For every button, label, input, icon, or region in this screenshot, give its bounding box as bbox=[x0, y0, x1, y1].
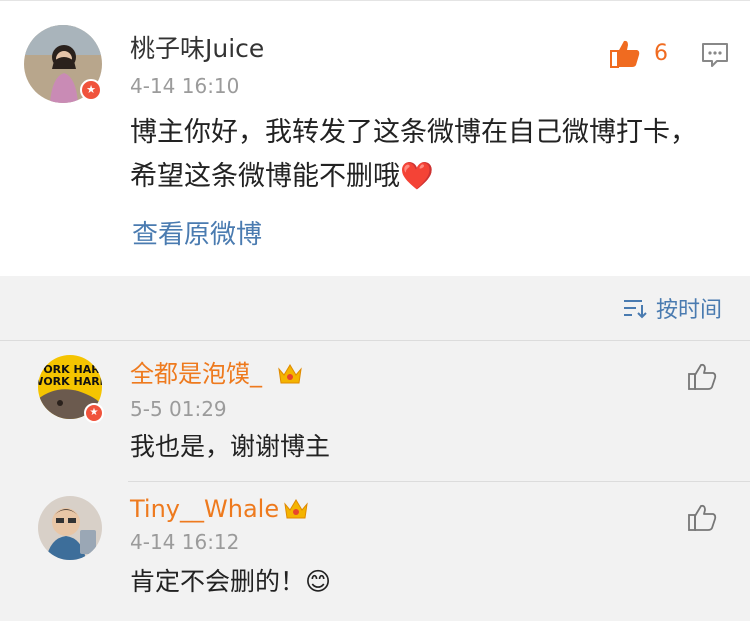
thumbs-up-icon[interactable] bbox=[686, 361, 718, 393]
reply-author-name[interactable]: 全都是泡馍_ bbox=[130, 359, 262, 389]
reply-avatar[interactable] bbox=[38, 496, 102, 560]
like-button[interactable]: 6 bbox=[608, 37, 680, 71]
sort-icon bbox=[623, 300, 647, 319]
reply-text: 我也是，谢谢博主 bbox=[130, 432, 331, 461]
reply-author-name[interactable]: Tiny__Whale bbox=[130, 494, 279, 524]
reply-item[interactable]: WORK HARD WORK HARD ★ 全都是泡馍_ 5-5 01:29 我… bbox=[0, 341, 750, 481]
sort-label: 按时间 bbox=[655, 298, 722, 323]
reply-time: 5-5 01:29 bbox=[130, 397, 227, 421]
comment-icon bbox=[702, 43, 728, 67]
like-count: 6 bbox=[654, 41, 668, 66]
sort-by-time-button[interactable]: 按时间 bbox=[622, 292, 722, 324]
verified-badge-icon: ★ bbox=[84, 403, 104, 423]
post-author-name[interactable]: 桃子味Juice bbox=[130, 34, 264, 64]
post-time: 4-14 16:10 bbox=[130, 74, 240, 98]
svg-text:WORK HARD: WORK HARD bbox=[38, 375, 102, 388]
view-original-link[interactable]: 查看原微博 bbox=[132, 219, 262, 251]
vip-crown-icon bbox=[278, 364, 302, 384]
comment-button[interactable] bbox=[700, 41, 730, 69]
reply-text: 肯定不会删的！😊 bbox=[130, 567, 332, 596]
thumbs-up-icon bbox=[610, 40, 640, 68]
main-post-card: ★ 桃子味Juice 4-14 16:10 6 博主你好，我转发了这条微博在自己… bbox=[0, 0, 750, 276]
verified-badge-icon: ★ bbox=[80, 79, 102, 101]
reply-item[interactable]: Tiny__Whale 4-14 16:12 肯定不会删的！😊 bbox=[0, 482, 750, 621]
vip-crown-icon bbox=[284, 499, 308, 519]
thumbs-up-icon[interactable] bbox=[686, 502, 718, 534]
post-text: 博主你好，我转发了这条微博在自己微博打卡，希望这条微博能不删哦❤️ bbox=[130, 117, 697, 192]
reply-time: 4-14 16:12 bbox=[130, 530, 240, 554]
